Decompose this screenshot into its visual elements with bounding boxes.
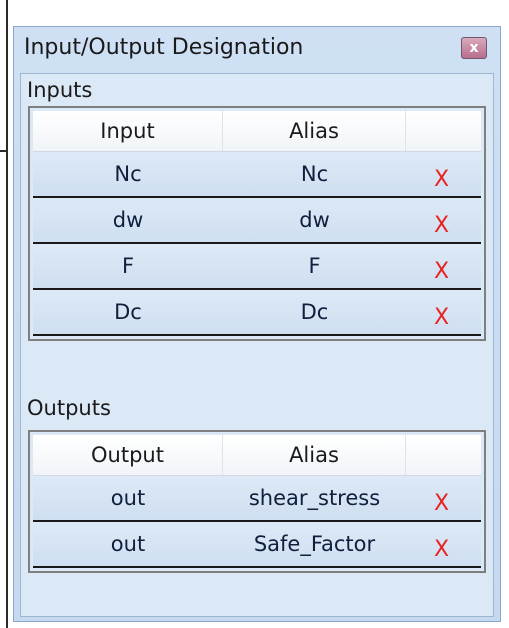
inputs-header-alias[interactable]: Alias <box>223 111 406 151</box>
input-name-cell[interactable]: Nc <box>33 152 223 196</box>
input-alias-cell[interactable]: Nc <box>223 152 406 196</box>
dialog-title: Input/Output Designation <box>24 35 304 60</box>
outputs-header-alias[interactable]: Alias <box>223 435 406 475</box>
delete-row-button[interactable]: X <box>406 290 477 334</box>
input-alias-cell[interactable]: F <box>223 244 406 288</box>
output-alias-cell[interactable]: shear_stress <box>223 476 406 520</box>
input-name-cell[interactable]: Dc <box>33 290 223 334</box>
delete-row-button[interactable]: X <box>406 198 477 242</box>
outputs-header-delete <box>406 435 477 475</box>
output-name-cell[interactable]: out <box>33 476 223 520</box>
table-row[interactable]: Nc Nc X <box>33 152 481 198</box>
output-name-cell[interactable]: out <box>33 522 223 566</box>
inputs-grid: Input Alias Nc Nc X dw dw X F F X Dc Dc … <box>28 106 486 341</box>
inputs-section-label: Inputs <box>27 78 93 102</box>
table-row[interactable]: Dc Dc X <box>33 290 481 336</box>
delete-row-button[interactable]: X <box>406 522 477 566</box>
outputs-grid-header: Output Alias <box>33 435 481 476</box>
output-alias-cell[interactable]: Safe_Factor <box>223 522 406 566</box>
delete-row-button[interactable]: X <box>406 476 477 520</box>
outputs-header-output[interactable]: Output <box>33 435 223 475</box>
outputs-grid: Output Alias out shear_stress X out Safe… <box>28 430 486 573</box>
input-alias-cell[interactable]: Dc <box>223 290 406 334</box>
dialog-content: Inputs Input Alias Nc Nc X dw dw X F F X… <box>20 73 494 617</box>
close-button[interactable]: x <box>461 37 487 59</box>
table-row[interactable]: out shear_stress X <box>33 476 481 522</box>
delete-row-button[interactable]: X <box>406 244 477 288</box>
left-window-edge <box>0 0 12 628</box>
delete-row-button[interactable]: X <box>406 152 477 196</box>
edge-tick <box>0 150 8 152</box>
input-name-cell[interactable]: dw <box>33 198 223 242</box>
inputs-header-input[interactable]: Input <box>33 111 223 151</box>
close-icon: x <box>469 40 479 56</box>
input-name-cell[interactable]: F <box>33 244 223 288</box>
outputs-section-label: Outputs <box>27 396 111 420</box>
inputs-grid-header: Input Alias <box>33 111 481 152</box>
io-designation-dialog: Input/Output Designation x Inputs Input … <box>13 26 501 622</box>
inputs-header-delete <box>406 111 477 151</box>
title-bar[interactable]: Input/Output Designation x <box>14 27 500 73</box>
table-row[interactable]: out Safe_Factor X <box>33 522 481 568</box>
edge-line <box>6 0 8 628</box>
input-alias-cell[interactable]: dw <box>223 198 406 242</box>
table-row[interactable]: F F X <box>33 244 481 290</box>
table-row[interactable]: dw dw X <box>33 198 481 244</box>
